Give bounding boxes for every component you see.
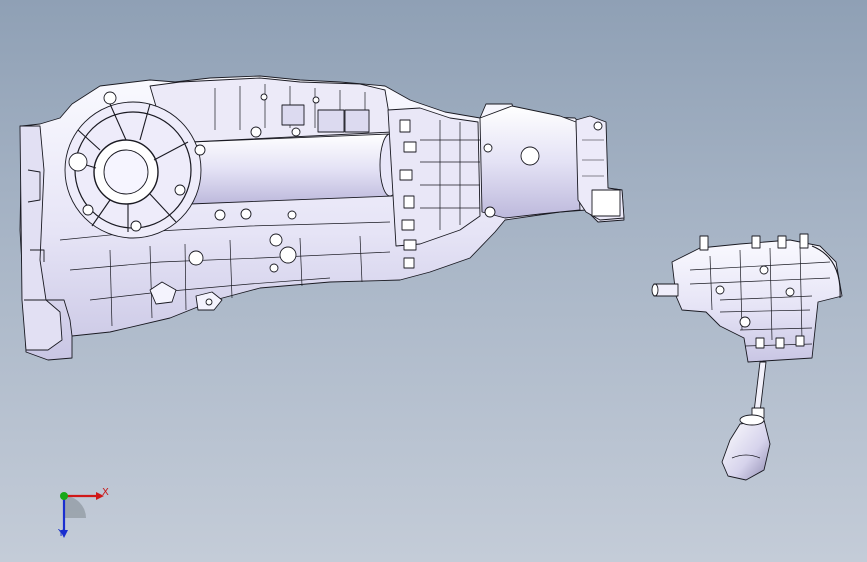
triad-shade: [64, 496, 86, 518]
z-axis-dot: [60, 492, 68, 500]
shifter-assembly[interactable]: [651, 233, 843, 481]
axis-triad: [60, 492, 104, 538]
x-axis-label: X: [102, 487, 109, 498]
shift-knob[interactable]: [721, 419, 771, 481]
shift-lever: [753, 361, 767, 413]
3d-viewport[interactable]: X Y: [0, 0, 867, 562]
gearbox-assembly[interactable]: [19, 75, 625, 361]
model-scene[interactable]: [0, 0, 867, 562]
y-axis-label: Y: [58, 528, 65, 539]
main-shaft-tube: [189, 133, 393, 205]
